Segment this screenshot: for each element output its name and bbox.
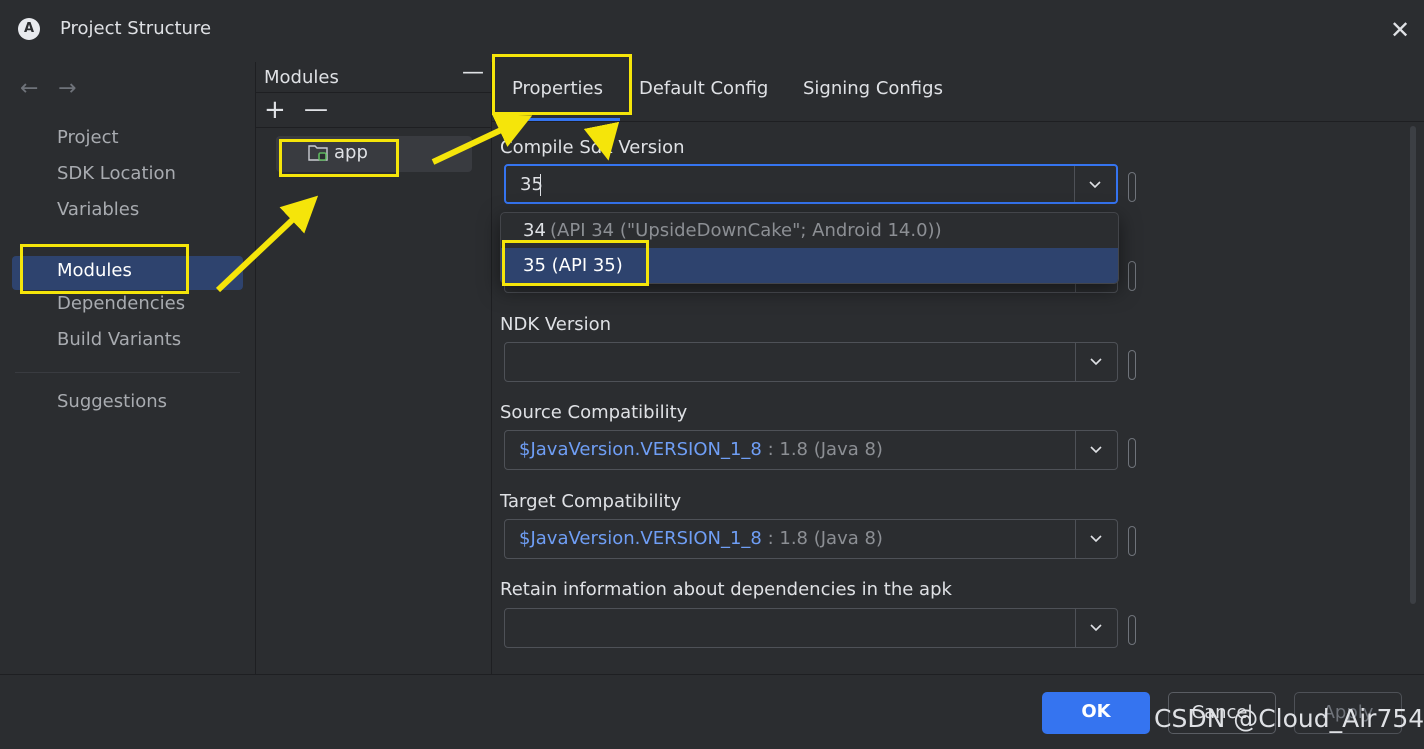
source-compat-variable-button[interactable] (1128, 438, 1136, 468)
chevron-down-icon (1090, 358, 1102, 366)
sidebar-item-sdk-location[interactable]: SDK Location (57, 163, 176, 184)
target-compat-variable-button[interactable] (1128, 526, 1136, 556)
remove-module-icon[interactable]: — (304, 95, 328, 123)
text-caret (540, 174, 541, 196)
window-title: Project Structure (60, 18, 212, 39)
target-compat-value-hint: : 1.8 (Java 8) (761, 528, 883, 549)
modules-title: Modules (264, 67, 339, 88)
target-compat-label: Target Compatibility (500, 491, 682, 512)
collapse-icon[interactable]: — (462, 60, 484, 85)
compile-sdk-label: Compile Sdk Version (500, 137, 685, 158)
ndk-version-label: NDK Version (500, 314, 612, 335)
sidebar-item-variables[interactable]: Variables (57, 199, 139, 220)
back-arrow-icon[interactable]: ← (20, 76, 38, 101)
annotation-box-api-35 (502, 240, 649, 286)
ok-button[interactable]: OK (1042, 692, 1150, 734)
target-compat-combobox[interactable]: $JavaVersion.VERSION_1_8 : 1.8 (Java 8) (504, 519, 1118, 559)
compile-sdk-dropdown-button[interactable] (1074, 166, 1116, 202)
chevron-down-icon (1090, 535, 1102, 543)
sidebar: ← → Project SDK Location Variables Modul… (0, 62, 256, 674)
close-icon[interactable]: ✕ (1386, 16, 1414, 44)
source-compat-value[interactable]: $JavaVersion.VERSION_1_8 : 1.8 (Java 8) (519, 439, 883, 460)
target-compat-value[interactable]: $JavaVersion.VERSION_1_8 : 1.8 (Java 8) (519, 528, 883, 549)
properties-form: Compile Sdk Version 35 NDK Version Sourc… (492, 122, 1424, 674)
ndk-version-combobox[interactable] (504, 342, 1118, 382)
sidebar-item-project[interactable]: Project (57, 127, 119, 148)
ndk-version-variable-button[interactable] (1128, 350, 1136, 380)
retain-deps-dropdown-button[interactable] (1075, 609, 1117, 647)
source-compat-label: Source Compatibility (500, 402, 688, 423)
title-bar: A Project Structure ✕ (0, 0, 1424, 60)
tab-signing-configs[interactable]: Signing Configs (803, 78, 943, 99)
forward-arrow-icon[interactable]: → (58, 76, 76, 101)
retain-deps-combobox[interactable] (504, 608, 1118, 648)
sidebar-divider (15, 372, 240, 373)
modules-toolbar: + — (256, 92, 492, 128)
android-studio-logo-icon: A (18, 18, 40, 40)
hidden-field-variable-button[interactable] (1128, 261, 1136, 291)
target-compat-dropdown-button[interactable] (1075, 520, 1117, 558)
sidebar-item-dependencies[interactable]: Dependencies (57, 293, 185, 314)
retain-deps-variable-button[interactable] (1128, 615, 1136, 645)
compile-sdk-combobox[interactable]: 35 (504, 164, 1118, 204)
tab-selected-indicator (502, 118, 620, 121)
chevron-down-icon (1090, 624, 1102, 632)
watermark: CSDN @Cloud_Air754 (1154, 704, 1424, 733)
add-module-icon[interactable]: + (264, 95, 286, 125)
dropdown-option-hint: (API 34 ("UpsideDownCake"; Android 14.0)… (550, 220, 942, 241)
target-compat-value-main: $JavaVersion.VERSION_1_8 (519, 528, 762, 549)
annotation-box-app (279, 139, 399, 177)
sidebar-item-build-variants[interactable]: Build Variants (57, 329, 181, 350)
compile-sdk-variable-button[interactable] (1128, 172, 1136, 202)
tab-default-config[interactable]: Default Config (639, 78, 768, 99)
annotation-box-modules (20, 244, 189, 294)
annotation-box-properties (492, 54, 632, 115)
source-compat-combobox[interactable]: $JavaVersion.VERSION_1_8 : 1.8 (Java 8) (504, 430, 1118, 470)
scrollbar[interactable] (1410, 126, 1416, 604)
source-compat-value-hint: : 1.8 (Java 8) (761, 439, 883, 460)
chevron-down-icon (1089, 181, 1101, 189)
source-compat-value-main: $JavaVersion.VERSION_1_8 (519, 439, 762, 460)
ndk-version-dropdown-button[interactable] (1075, 343, 1117, 381)
dropdown-option-value: 34 (523, 220, 546, 241)
sidebar-item-suggestions[interactable]: Suggestions (57, 391, 167, 412)
chevron-down-icon (1090, 446, 1102, 454)
retain-deps-label: Retain information about dependencies in… (500, 579, 952, 600)
source-compat-dropdown-button[interactable] (1075, 431, 1117, 469)
